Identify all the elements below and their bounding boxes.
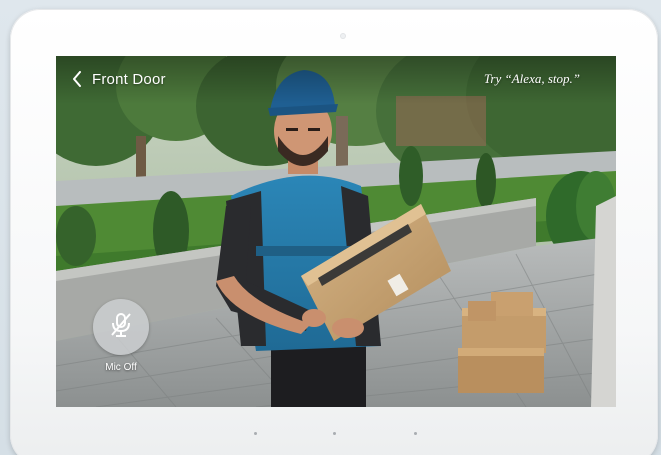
camera-feed-screen[interactable]: Front Door Try “Alexa, stop.” Mic Off <box>56 56 616 407</box>
page-dot-3[interactable] <box>414 432 417 435</box>
chevron-left-icon[interactable] <box>68 68 86 90</box>
camera-lens <box>341 34 345 38</box>
page-dot-2[interactable] <box>333 432 336 435</box>
doorbell-camera-view <box>56 56 616 407</box>
voice-hint: Try “Alexa, stop.” <box>483 71 580 86</box>
mic-off-icon[interactable] <box>109 311 133 344</box>
page-dot-1[interactable] <box>254 432 257 435</box>
mic-off-button[interactable] <box>93 299 149 355</box>
camera-title: Front Door <box>92 70 166 88</box>
back-button[interactable]: Front Door <box>68 68 166 90</box>
page-indicator <box>0 432 661 438</box>
stage: Front Door Try “Alexa, stop.” Mic Off <box>0 0 661 455</box>
mic-off-label: Mic Off <box>105 362 137 373</box>
